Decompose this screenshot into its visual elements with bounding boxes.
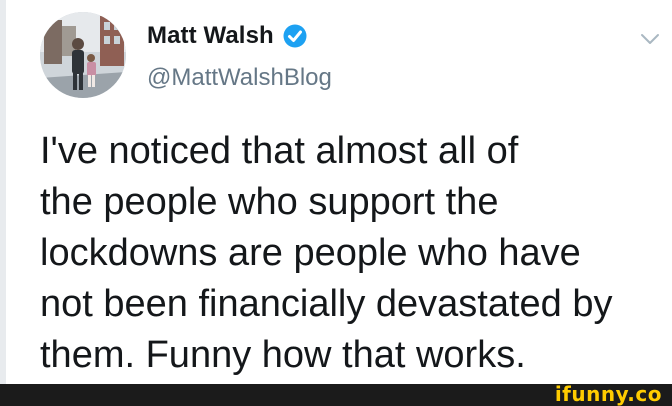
author-name[interactable]: Matt Walsh: [147, 22, 274, 50]
avatar-photo: [40, 12, 126, 98]
tweet-card: Matt Walsh @MattWalshBlog I've noticed t…: [0, 0, 672, 384]
verified-badge-icon: [282, 23, 308, 49]
tweet-text-line: I've noticed that almost all of: [40, 130, 519, 172]
ifunny-watermark: ifunny.co: [554, 382, 662, 406]
avatar[interactable]: [40, 12, 126, 98]
watermark-bar: ifunny.co: [0, 382, 672, 406]
tweet-text-line: them. Funny how that works.: [40, 334, 526, 376]
chevron-down-icon[interactable]: [640, 32, 660, 46]
tweet-text-line: lockdowns are people who have: [40, 232, 581, 274]
author-name-row: Matt Walsh: [147, 22, 308, 50]
tweet-text: I've noticed that almost all of the peop…: [40, 126, 670, 381]
tweet-text-line: not been financially devastated by: [40, 283, 613, 325]
tweet-text-line: the people who support the: [40, 181, 499, 223]
author-handle[interactable]: @MattWalshBlog: [147, 64, 332, 92]
